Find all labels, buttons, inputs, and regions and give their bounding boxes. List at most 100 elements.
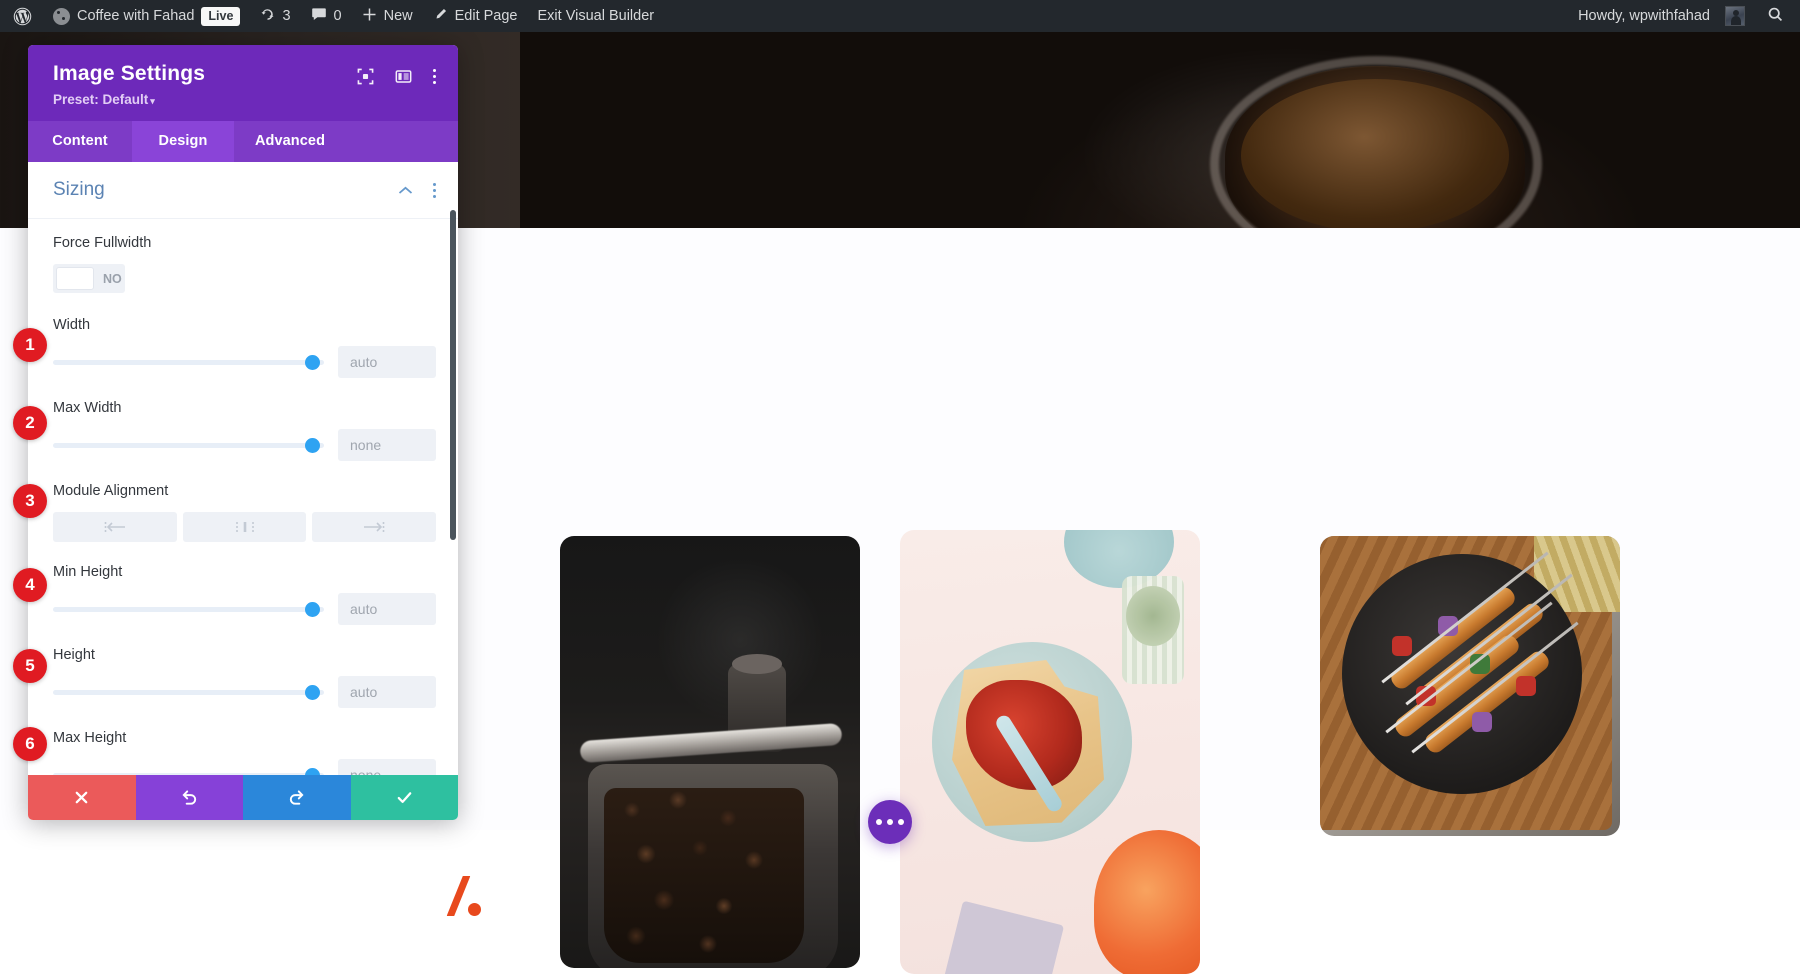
edit-page-button[interactable]: Edit Page [423,0,528,32]
save-button[interactable] [350,775,458,820]
step-marker-6: 6 [13,727,47,761]
sizing-fields: Force Fullwidth NO Width auto Max Width … [28,219,458,775]
image-settings-panel: Image Settings Preset: Default ▾ Content… [28,45,458,820]
comments-count: 0 [333,8,342,24]
field-force-fullwidth: Force Fullwidth NO [53,235,436,295]
tab-advanced[interactable]: Advanced [234,121,346,162]
panel-title: Image Settings [53,62,206,85]
comment-bubble-icon [311,6,327,26]
chevron-up-icon[interactable] [398,183,413,198]
field-min-height: Min Height auto [53,564,436,625]
align-right-icon [363,521,385,533]
preset-selector[interactable]: Preset: Default ▾ [53,92,205,107]
height-slider[interactable] [53,683,324,701]
field-max-width: Max Width none [53,400,436,461]
toggle-knob [56,267,94,290]
admin-bar-right: Howdy, wpwithfahad [1566,0,1800,32]
more-vertical-icon[interactable] [433,69,436,84]
section-more-vertical-icon[interactable] [433,182,436,198]
panel-header-actions [357,62,436,85]
comments-button[interactable]: 0 [301,0,352,32]
focus-target-icon[interactable] [357,68,374,85]
slider-thumb[interactable] [305,601,320,617]
split-layout-icon[interactable] [395,68,412,85]
align-left-icon [104,521,126,533]
field-height: Height auto [53,647,436,708]
cancel-button[interactable] [28,775,136,820]
field-module-alignment: Module Alignment [53,483,437,542]
howdy-label: Howdy, wpwithfahad [1578,8,1710,24]
max-width-slider[interactable] [53,436,324,454]
min-height-input[interactable]: auto [338,593,436,625]
site-name-menu[interactable]: Coffee with Fahad Live [43,0,250,32]
redo-icon [287,788,306,807]
gallery-image-kebab-skillet[interactable] [1320,536,1620,836]
step-marker-1: 1 [13,328,47,362]
section-title: Sizing [53,179,105,200]
align-center-button[interactable] [182,512,307,542]
align-left-button[interactable] [53,512,177,542]
new-content-button[interactable]: New [352,0,423,32]
exit-visual-builder-label: Exit Visual Builder [537,8,655,24]
account-menu[interactable]: Howdy, wpwithfahad [1566,0,1755,32]
max-height-input[interactable]: none [338,759,436,775]
slider-thumb[interactable] [305,684,320,700]
field-label: Force Fullwidth [53,235,152,251]
align-right-button[interactable] [312,512,437,542]
wordpress-logo-icon [12,6,33,27]
force-fullwidth-toggle[interactable]: NO [53,264,125,293]
live-badge: Live [201,6,241,26]
site-name-label: Coffee with Fahad [77,8,195,24]
panel-scrollbar[interactable] [450,210,456,540]
field-label: Module Alignment [53,483,169,499]
search-button[interactable] [1755,0,1800,32]
updates-count: 3 [282,8,291,24]
panel-tabs: Content Design Advanced [28,121,458,162]
dashboard-icon [53,7,70,25]
new-label: New [383,8,413,24]
plus-icon [362,7,377,26]
slider-thumb[interactable] [305,354,320,370]
updates-button[interactable]: 3 [250,0,300,32]
width-input[interactable]: auto [338,346,436,378]
step-marker-3: 3 [13,484,47,518]
tab-content[interactable]: Content [28,121,132,162]
field-label: Max Height [53,730,127,746]
width-input-value: auto [350,354,378,370]
min-height-slider[interactable] [53,600,324,618]
slider-thumb[interactable] [305,767,320,775]
tab-design[interactable]: Design [132,121,234,162]
height-input[interactable]: auto [338,676,436,708]
field-max-height: Max Height none [53,730,436,775]
gallery-image-toast-jam[interactable] [900,530,1200,974]
max-height-slider[interactable] [53,766,324,775]
updates-icon [260,7,275,26]
wordpress-logo-button[interactable] [0,0,43,32]
wp-admin-bar: Coffee with Fahad Live 3 0 New Edit Page… [0,0,1800,32]
chevron-down-icon: ▾ [150,96,155,106]
step-marker-2: 2 [13,406,47,440]
close-icon [73,789,90,806]
edit-page-label: Edit Page [454,8,518,24]
step-marker-5: 5 [13,649,47,683]
section-header-sizing[interactable]: Sizing [28,162,458,219]
field-label: Max Width [53,400,122,416]
panel-body: Sizing Force Fullwidth NO Width auto Max… [28,162,458,775]
width-slider[interactable] [53,353,324,371]
height-input-value: auto [350,684,378,700]
max-width-input-value: none [350,437,382,453]
exit-visual-builder-button[interactable]: Exit Visual Builder [528,0,665,32]
step-marker-4: 4 [13,568,47,602]
align-center-icon [234,521,256,533]
slider-thumb[interactable] [305,437,320,453]
page-settings-fab[interactable] [868,800,912,844]
check-icon [395,788,414,807]
max-height-input-value: none [350,767,382,775]
gallery-image-coffee-grinder[interactable] [560,536,860,968]
field-label: Height [53,647,95,663]
redo-button[interactable] [243,775,351,820]
pencil-icon [433,7,448,26]
max-width-input[interactable]: none [338,429,436,461]
undo-button[interactable] [135,775,243,820]
brand-logo-mark [452,876,492,924]
